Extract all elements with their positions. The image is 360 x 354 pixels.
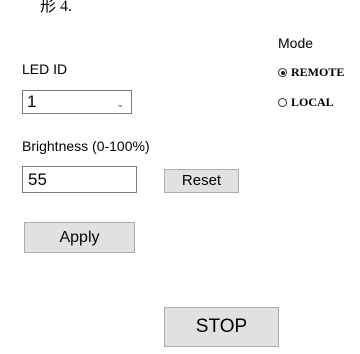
radio-local-label: LOCAL <box>291 95 334 109</box>
brightness-value: 55 <box>28 170 47 189</box>
led-id-select[interactable]: 1 ⌄ <box>22 90 132 114</box>
radio-checked-icon <box>278 68 287 77</box>
apply-button[interactable]: Apply <box>24 222 135 253</box>
brightness-label: Brightness (0-100%) <box>22 138 150 154</box>
mode-label: Mode <box>278 35 314 51</box>
cut-off-caption: 形 4. <box>40 0 73 15</box>
radio-unchecked-icon <box>278 98 287 107</box>
radio-remote-label: REMOTE <box>291 65 345 79</box>
reset-button[interactable]: Reset <box>164 169 239 193</box>
radio-remote[interactable]: REMOTE <box>278 65 344 80</box>
stop-button[interactable]: STOP <box>164 307 279 347</box>
led-id-value: 1 <box>27 92 37 111</box>
radio-local[interactable]: LOCAL <box>278 95 334 110</box>
led-id-label: LED ID <box>22 61 68 77</box>
brightness-input[interactable]: 55 <box>22 166 137 193</box>
chevron-down-icon: ⌄ <box>116 99 124 109</box>
